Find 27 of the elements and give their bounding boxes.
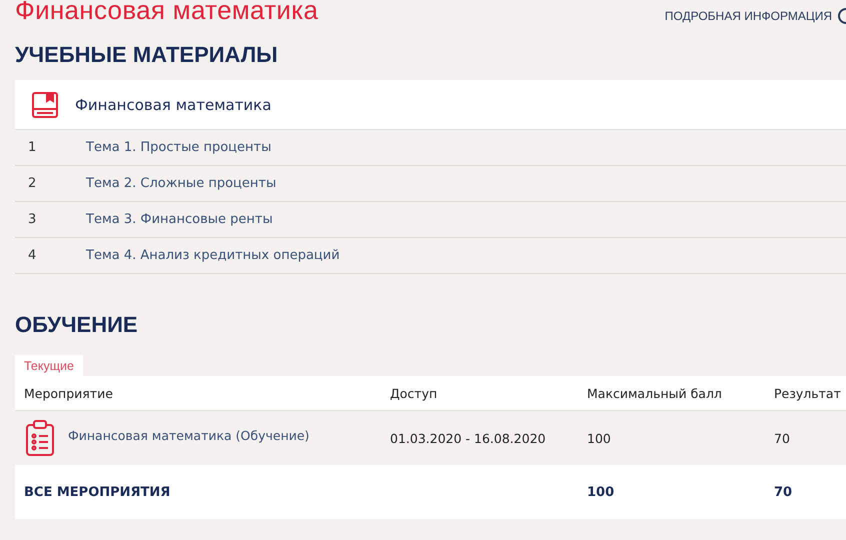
total-cell-text: 100 bbox=[586, 484, 616, 500]
page-title: Финансовая математика bbox=[15, 0, 318, 26]
topic-link[interactable]: Тема 3. Финансовые ренты bbox=[86, 212, 273, 227]
topic-number: 2 bbox=[27, 176, 38, 191]
column-header: Доступ bbox=[389, 386, 438, 400]
clipboard-icon bbox=[24, 420, 56, 456]
book-icon bbox=[31, 90, 59, 118]
total-label: ВСЕ МЕРОПРИЯТИЯ bbox=[23, 484, 172, 500]
info-link[interactable]: ПОДРОБНАЯ ИНФОРМАЦИЯ bbox=[664, 9, 832, 23]
section-heading: ОБУЧЕНИЕ bbox=[15, 312, 139, 338]
total-cell-text: 70 bbox=[773, 484, 794, 500]
column-header: Максимальный балл bbox=[586, 386, 723, 400]
topic-number: 1 bbox=[27, 140, 38, 155]
column-header: Результат bbox=[773, 386, 842, 400]
event-link[interactable]: Финансовая математика (Обучение) bbox=[68, 428, 310, 442]
topic-link[interactable]: Тема 1. Простые проценты bbox=[86, 140, 272, 155]
column-header: Мероприятие bbox=[23, 386, 114, 400]
topic-link[interactable]: Тема 4. Анализ кредитных операций bbox=[86, 248, 340, 263]
course-title: Финансовая математика bbox=[75, 96, 272, 114]
table-cell-text: 100 bbox=[586, 430, 612, 446]
topic-number: 3 bbox=[27, 212, 38, 227]
tab[interactable]: Текущие bbox=[15, 355, 83, 376]
table-cell-text: 70 bbox=[773, 430, 791, 446]
table-cell-text: 01.03.2020 - 16.08.2020 bbox=[389, 430, 547, 446]
topic-number: 4 bbox=[27, 248, 38, 263]
section-heading: УЧЕБНЫЕ МАТЕРИАЛЫ bbox=[15, 42, 279, 68]
topic-link[interactable]: Тема 2. Сложные проценты bbox=[86, 176, 276, 191]
